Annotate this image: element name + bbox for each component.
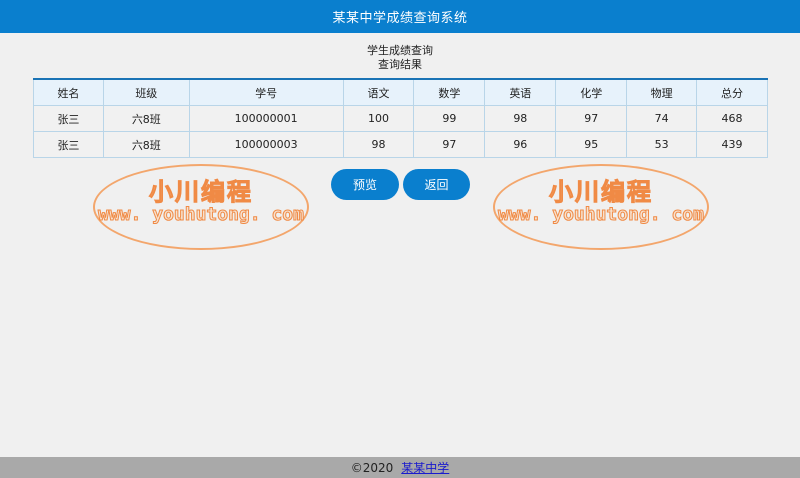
column-header-student-id: 学号 — [188, 78, 344, 106]
table-cell: 100 — [342, 105, 415, 132]
table-cell: 100000001 — [188, 105, 344, 132]
table-cell: 53 — [626, 131, 698, 158]
table-header-row: 姓名 班级 学号 语文 数学 英语 化学 物理 总分 — [33, 78, 768, 106]
results-table: 姓名 班级 学号 语文 数学 英语 化学 物理 总分 张三 六8班 100000… — [33, 78, 768, 158]
footer-school-link[interactable]: 某某中学 — [401, 459, 449, 476]
footer-copyright: ©2020 — [350, 460, 394, 475]
app-title: 某某中学成绩查询系统 — [332, 11, 468, 26]
table-cell: 95 — [555, 131, 628, 158]
watermark-url: www. youhutong. com — [498, 204, 705, 226]
column-header-english: 英语 — [484, 78, 557, 106]
table-cell: 张三 — [33, 105, 104, 132]
table-cell: 98 — [484, 105, 557, 132]
table-cell: 96 — [484, 131, 557, 158]
table-row: 张三 六8班 100000001 100 99 98 97 74 468 — [33, 105, 768, 132]
app-header: 某某中学成绩查询系统 — [0, 0, 800, 33]
table-cell: 六8班 — [102, 131, 190, 158]
table-cell: 74 — [626, 105, 698, 132]
table-cell: 99 — [413, 105, 486, 132]
table-cell: 97 — [413, 131, 486, 158]
table-cell: 张三 — [33, 131, 104, 158]
column-header-math: 数学 — [413, 78, 486, 106]
table-cell: 97 — [555, 105, 628, 132]
column-header-class: 班级 — [102, 78, 190, 106]
column-header-chemistry: 化学 — [555, 78, 628, 106]
watermark-left: 小川编程 www. youhutong. com — [93, 164, 309, 250]
column-header-physics: 物理 — [626, 78, 698, 106]
footer: ©2020 某某中学 — [0, 457, 800, 478]
table-cell: 468 — [696, 105, 768, 132]
table-cell: 98 — [342, 131, 415, 158]
column-header-chinese: 语文 — [342, 78, 415, 106]
back-button[interactable]: 返回 — [403, 169, 470, 200]
table-row: 张三 六8班 100000003 98 97 96 95 53 439 — [33, 131, 768, 158]
table-cell: 439 — [696, 131, 768, 158]
page-title: 学生成绩查询 — [367, 44, 433, 57]
watermark-url: www. youhutong. com — [98, 204, 305, 226]
watermark-text: 小川编程 — [549, 178, 653, 207]
page-subtitle: 查询结果 — [378, 58, 422, 71]
watermark-text: 小川编程 — [149, 178, 253, 207]
preview-button[interactable]: 预览 — [331, 169, 399, 200]
table-cell: 六8班 — [102, 105, 190, 132]
column-header-name: 姓名 — [33, 78, 104, 106]
table-cell: 100000003 — [188, 131, 344, 158]
page-heading: 学生成绩查询 查询结果 — [0, 44, 800, 72]
watermark-right: 小川编程 www. youhutong. com — [493, 164, 709, 250]
column-header-total: 总分 — [696, 78, 768, 106]
